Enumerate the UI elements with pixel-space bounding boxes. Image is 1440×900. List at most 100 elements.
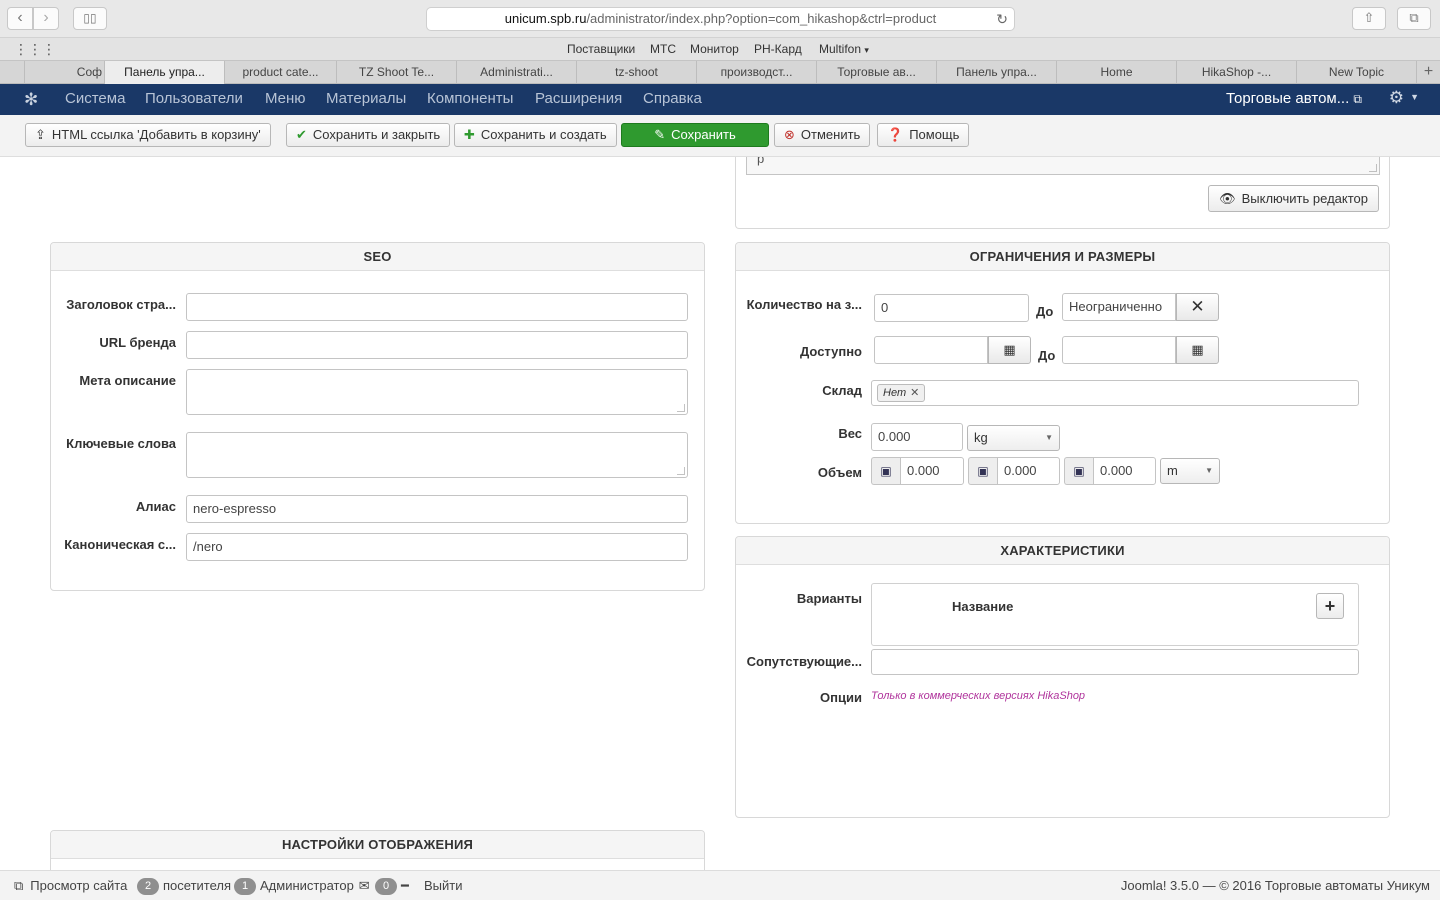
browser-tab-strip: Соф Панель упра... product cate... TZ Sh… — [0, 60, 1440, 84]
forward-button[interactable]: › — [33, 7, 59, 30]
quantity-min-input[interactable]: 0 — [874, 294, 1029, 322]
footer-copyright: Joomla! 3.5.0 — © 2016 Торговые автоматы… — [1120, 878, 1430, 893]
height-input[interactable]: 0.000 — [1093, 457, 1156, 485]
new-tab-button[interactable]: + — [1416, 61, 1440, 84]
resize-grip-icon[interactable] — [677, 467, 685, 475]
description-editor-panel: p 👁 Выключить редактор — [735, 157, 1390, 229]
browser-tab[interactable]: Торговые ав... — [816, 61, 936, 84]
seo-panel: SEO Заголовок стра... URL бренда Мета оп… — [50, 242, 705, 591]
html-link-label: HTML ссылка 'Добавить в корзину' — [51, 127, 261, 142]
reload-icon[interactable]: ↻ — [996, 8, 1008, 30]
save-button[interactable]: ✎ Сохранить — [621, 123, 769, 147]
related-products-label: Сопутствующие... — [746, 654, 862, 669]
editor-content: p — [757, 157, 765, 166]
resize-grip-icon[interactable] — [677, 404, 685, 412]
available-to-input[interactable] — [1062, 336, 1176, 364]
characteristics-panel: ХАРАКТЕРИСТИКИ Варианты Название + Сопут… — [735, 536, 1390, 818]
menu-help[interactable]: Справка — [643, 90, 702, 107]
visitors-indicator[interactable]: 2 посетителя — [137, 871, 231, 900]
close-icon[interactable]: ✕ — [910, 387, 919, 399]
site-link[interactable]: Торговые автом... ⧉ — [1226, 90, 1362, 107]
bookmark-item[interactable]: РН-Кард — [754, 38, 802, 60]
warehouse-field[interactable]: Нет ✕ — [871, 380, 1359, 406]
variants-name-column: Название — [952, 599, 1014, 614]
external-link-icon: ⧉ — [14, 878, 24, 893]
question-circle-icon: ❓ — [887, 127, 904, 142]
browser-tab-active[interactable]: Панель упра... — [104, 61, 224, 84]
quantity-max-input[interactable]: Неограниченно — [1062, 293, 1176, 321]
meta-description-textarea[interactable] — [186, 369, 688, 415]
admins-indicator[interactable]: 1 Администратор ✉ — [234, 871, 370, 900]
address-bar[interactable]: unicum.spb.ru/administrator/index.php?op… — [426, 7, 1015, 31]
bookmark-item[interactable]: МТС — [650, 38, 676, 60]
menu-components[interactable]: Компоненты — [427, 90, 513, 107]
tabs-overview-button[interactable]: ⧉ — [1397, 7, 1431, 30]
browser-tab[interactable]: Home — [1056, 61, 1176, 84]
bookmark-item[interactable]: Монитор — [690, 38, 739, 60]
browser-tab[interactable]: TZ Shoot Te... — [336, 61, 456, 84]
help-button[interactable]: ❓ Помощь — [877, 123, 970, 147]
admin-navbar: ✻ Система Пользователи Меню Материалы Ко… — [0, 84, 1440, 115]
available-from-calendar-button[interactable]: ▦ — [988, 336, 1031, 364]
menu-extensions[interactable]: Расширения — [535, 90, 622, 107]
description-textarea[interactable]: p — [746, 157, 1380, 175]
toggle-editor-button[interactable]: 👁 Выключить редактор — [1208, 185, 1379, 212]
sidebar-toggle-button[interactable]: ▯▯ — [73, 7, 107, 30]
characteristics-panel-title: ХАРАКТЕРИСТИКИ — [736, 537, 1389, 565]
save-close-button[interactable]: ✔ Сохранить и закрыть — [286, 123, 451, 147]
save-new-button[interactable]: ✚ Сохранить и создать — [454, 123, 617, 147]
keywords-label: Ключевые слова — [66, 436, 176, 451]
related-products-input[interactable] — [871, 649, 1359, 675]
clear-quantity-button[interactable]: ✕ — [1176, 293, 1219, 321]
cancel-button[interactable]: ⊗ Отменить — [774, 123, 871, 147]
logout-link[interactable]: Выйти — [424, 871, 463, 900]
menu-users[interactable]: Пользователи — [145, 90, 243, 107]
html-link-button[interactable]: ⇪ HTML ссылка 'Добавить в корзину' — [25, 123, 271, 147]
meta-description-label: Мета описание — [79, 373, 176, 388]
canonical-url-input[interactable]: /nero — [186, 533, 688, 561]
chevron-down-icon[interactable]: ▼ — [1410, 92, 1419, 102]
help-label: Помощь — [909, 127, 960, 142]
length-input[interactable]: 0.000 — [900, 457, 964, 485]
browser-tab[interactable]: HikaShop -... — [1176, 61, 1296, 84]
calendar-icon: ▦ — [1003, 342, 1016, 357]
page-title-input[interactable] — [186, 293, 688, 321]
eye-icon: 👁 — [1219, 191, 1236, 206]
display-settings-panel: НАСТРОЙКИ ОТОБРАЖЕНИЯ — [50, 830, 705, 870]
menu-menus[interactable]: Меню — [265, 90, 306, 107]
menu-content[interactable]: Материалы — [326, 90, 406, 107]
available-to-calendar-button[interactable]: ▦ — [1176, 336, 1219, 364]
keywords-textarea[interactable] — [186, 432, 688, 478]
weight-input[interactable]: 0.000 — [871, 423, 963, 451]
bookmark-item[interactable]: Multifon ▾ — [819, 38, 869, 61]
bookmark-item[interactable]: Поставщики — [567, 38, 635, 60]
joomla-logo-icon[interactable]: ✻ — [24, 90, 38, 110]
browser-tab[interactable]: Панель упра... — [936, 61, 1056, 84]
browser-tab-pinned[interactable] — [0, 61, 24, 84]
menu-system[interactable]: Система — [65, 90, 125, 107]
apps-grid-icon[interactable]: ⋮⋮⋮ — [14, 38, 56, 60]
back-button[interactable]: ‹ — [7, 7, 33, 30]
browser-tab[interactable]: Соф — [24, 61, 104, 84]
chevron-down-icon: ▼ — [1205, 466, 1213, 475]
alias-input[interactable]: nero-espresso — [186, 495, 688, 523]
browser-tab[interactable]: tz-shoot — [576, 61, 696, 84]
weight-unit-select[interactable]: kg ▼ — [967, 425, 1060, 451]
gear-icon[interactable]: ⚙ — [1389, 88, 1404, 108]
view-site-link[interactable]: ⧉ Просмотр сайта — [14, 871, 127, 900]
variants-label: Варианты — [796, 591, 862, 606]
add-variant-button[interactable]: + — [1316, 593, 1344, 619]
browser-tab[interactable]: Administrati... — [456, 61, 576, 84]
volume-label: Объем — [817, 465, 862, 480]
messages-indicator[interactable]: 0 ━ — [375, 871, 409, 900]
available-from-input[interactable] — [874, 336, 988, 364]
share-button[interactable]: ⇧ — [1352, 7, 1386, 30]
browser-tab[interactable]: производст... — [696, 61, 816, 84]
browser-tab[interactable]: New Topic — [1296, 61, 1416, 84]
visitors-label: посетителя — [163, 878, 232, 893]
browser-tab[interactable]: product cate... — [224, 61, 336, 84]
width-input[interactable]: 0.000 — [997, 457, 1060, 485]
resize-grip-icon[interactable] — [1369, 164, 1377, 172]
volume-unit-select[interactable]: m ▼ — [1160, 458, 1220, 484]
brand-url-input[interactable] — [186, 331, 688, 359]
